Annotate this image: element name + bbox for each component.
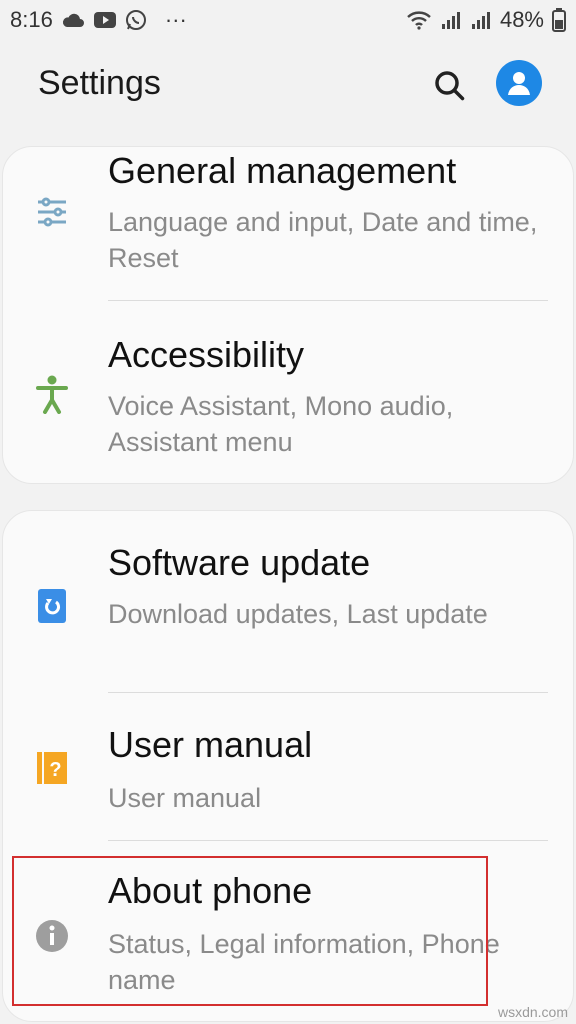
wifi-icon xyxy=(406,10,432,30)
item-title: Accessibility xyxy=(108,334,305,375)
status-left: 8:16 ··· xyxy=(10,7,187,33)
item-title: User manual xyxy=(108,724,313,765)
watermark: wsxdn.com xyxy=(497,1004,568,1020)
highlight-box xyxy=(12,856,488,1006)
battery-icon xyxy=(552,8,566,32)
cloud-icon xyxy=(61,12,85,28)
item-subtitle: Download updates, Last update xyxy=(108,599,488,629)
search-button[interactable] xyxy=(430,66,470,106)
settings-item-general-management[interactable]: General management Language and input, D… xyxy=(0,146,572,300)
item-subtitle: Language and input, Date and time, Reset xyxy=(108,207,538,273)
youtube-icon xyxy=(93,11,117,29)
search-icon xyxy=(435,71,465,101)
settings-item-user-manual[interactable]: ? User manual User manual xyxy=(0,704,572,840)
help-book-icon: ? xyxy=(30,746,74,790)
battery-percent: 48% xyxy=(499,7,544,32)
software-update-icon xyxy=(30,584,74,628)
divider xyxy=(108,692,548,693)
status-bar: 8:16 ··· 48% xyxy=(0,0,576,40)
app-header: Settings xyxy=(0,44,576,128)
status-time: 8:16 xyxy=(10,7,53,32)
divider xyxy=(108,300,548,301)
sliders-icon xyxy=(30,190,74,234)
page-title: Settings xyxy=(38,64,161,102)
status-right: 48% xyxy=(406,7,566,33)
more-notifications-icon: ··· xyxy=(164,7,187,32)
item-subtitle: Voice Assistant, Mono audio, Assistant m… xyxy=(108,391,454,457)
signal-icon xyxy=(440,10,462,30)
item-subtitle: User manual xyxy=(108,783,262,813)
item-title: General management xyxy=(108,150,457,191)
svg-text:?: ? xyxy=(49,759,61,781)
whatsapp-icon xyxy=(125,9,147,31)
account-button[interactable] xyxy=(496,60,542,106)
settings-item-software-update[interactable]: Software update Download updates, Last u… xyxy=(0,520,572,692)
avatar-icon xyxy=(508,72,530,95)
item-title: Software update xyxy=(108,542,371,583)
accessibility-person-icon xyxy=(30,372,74,416)
signal-icon-2 xyxy=(470,10,492,30)
settings-item-accessibility[interactable]: Accessibility Voice Assistant, Mono audi… xyxy=(0,314,572,484)
divider xyxy=(108,840,548,841)
